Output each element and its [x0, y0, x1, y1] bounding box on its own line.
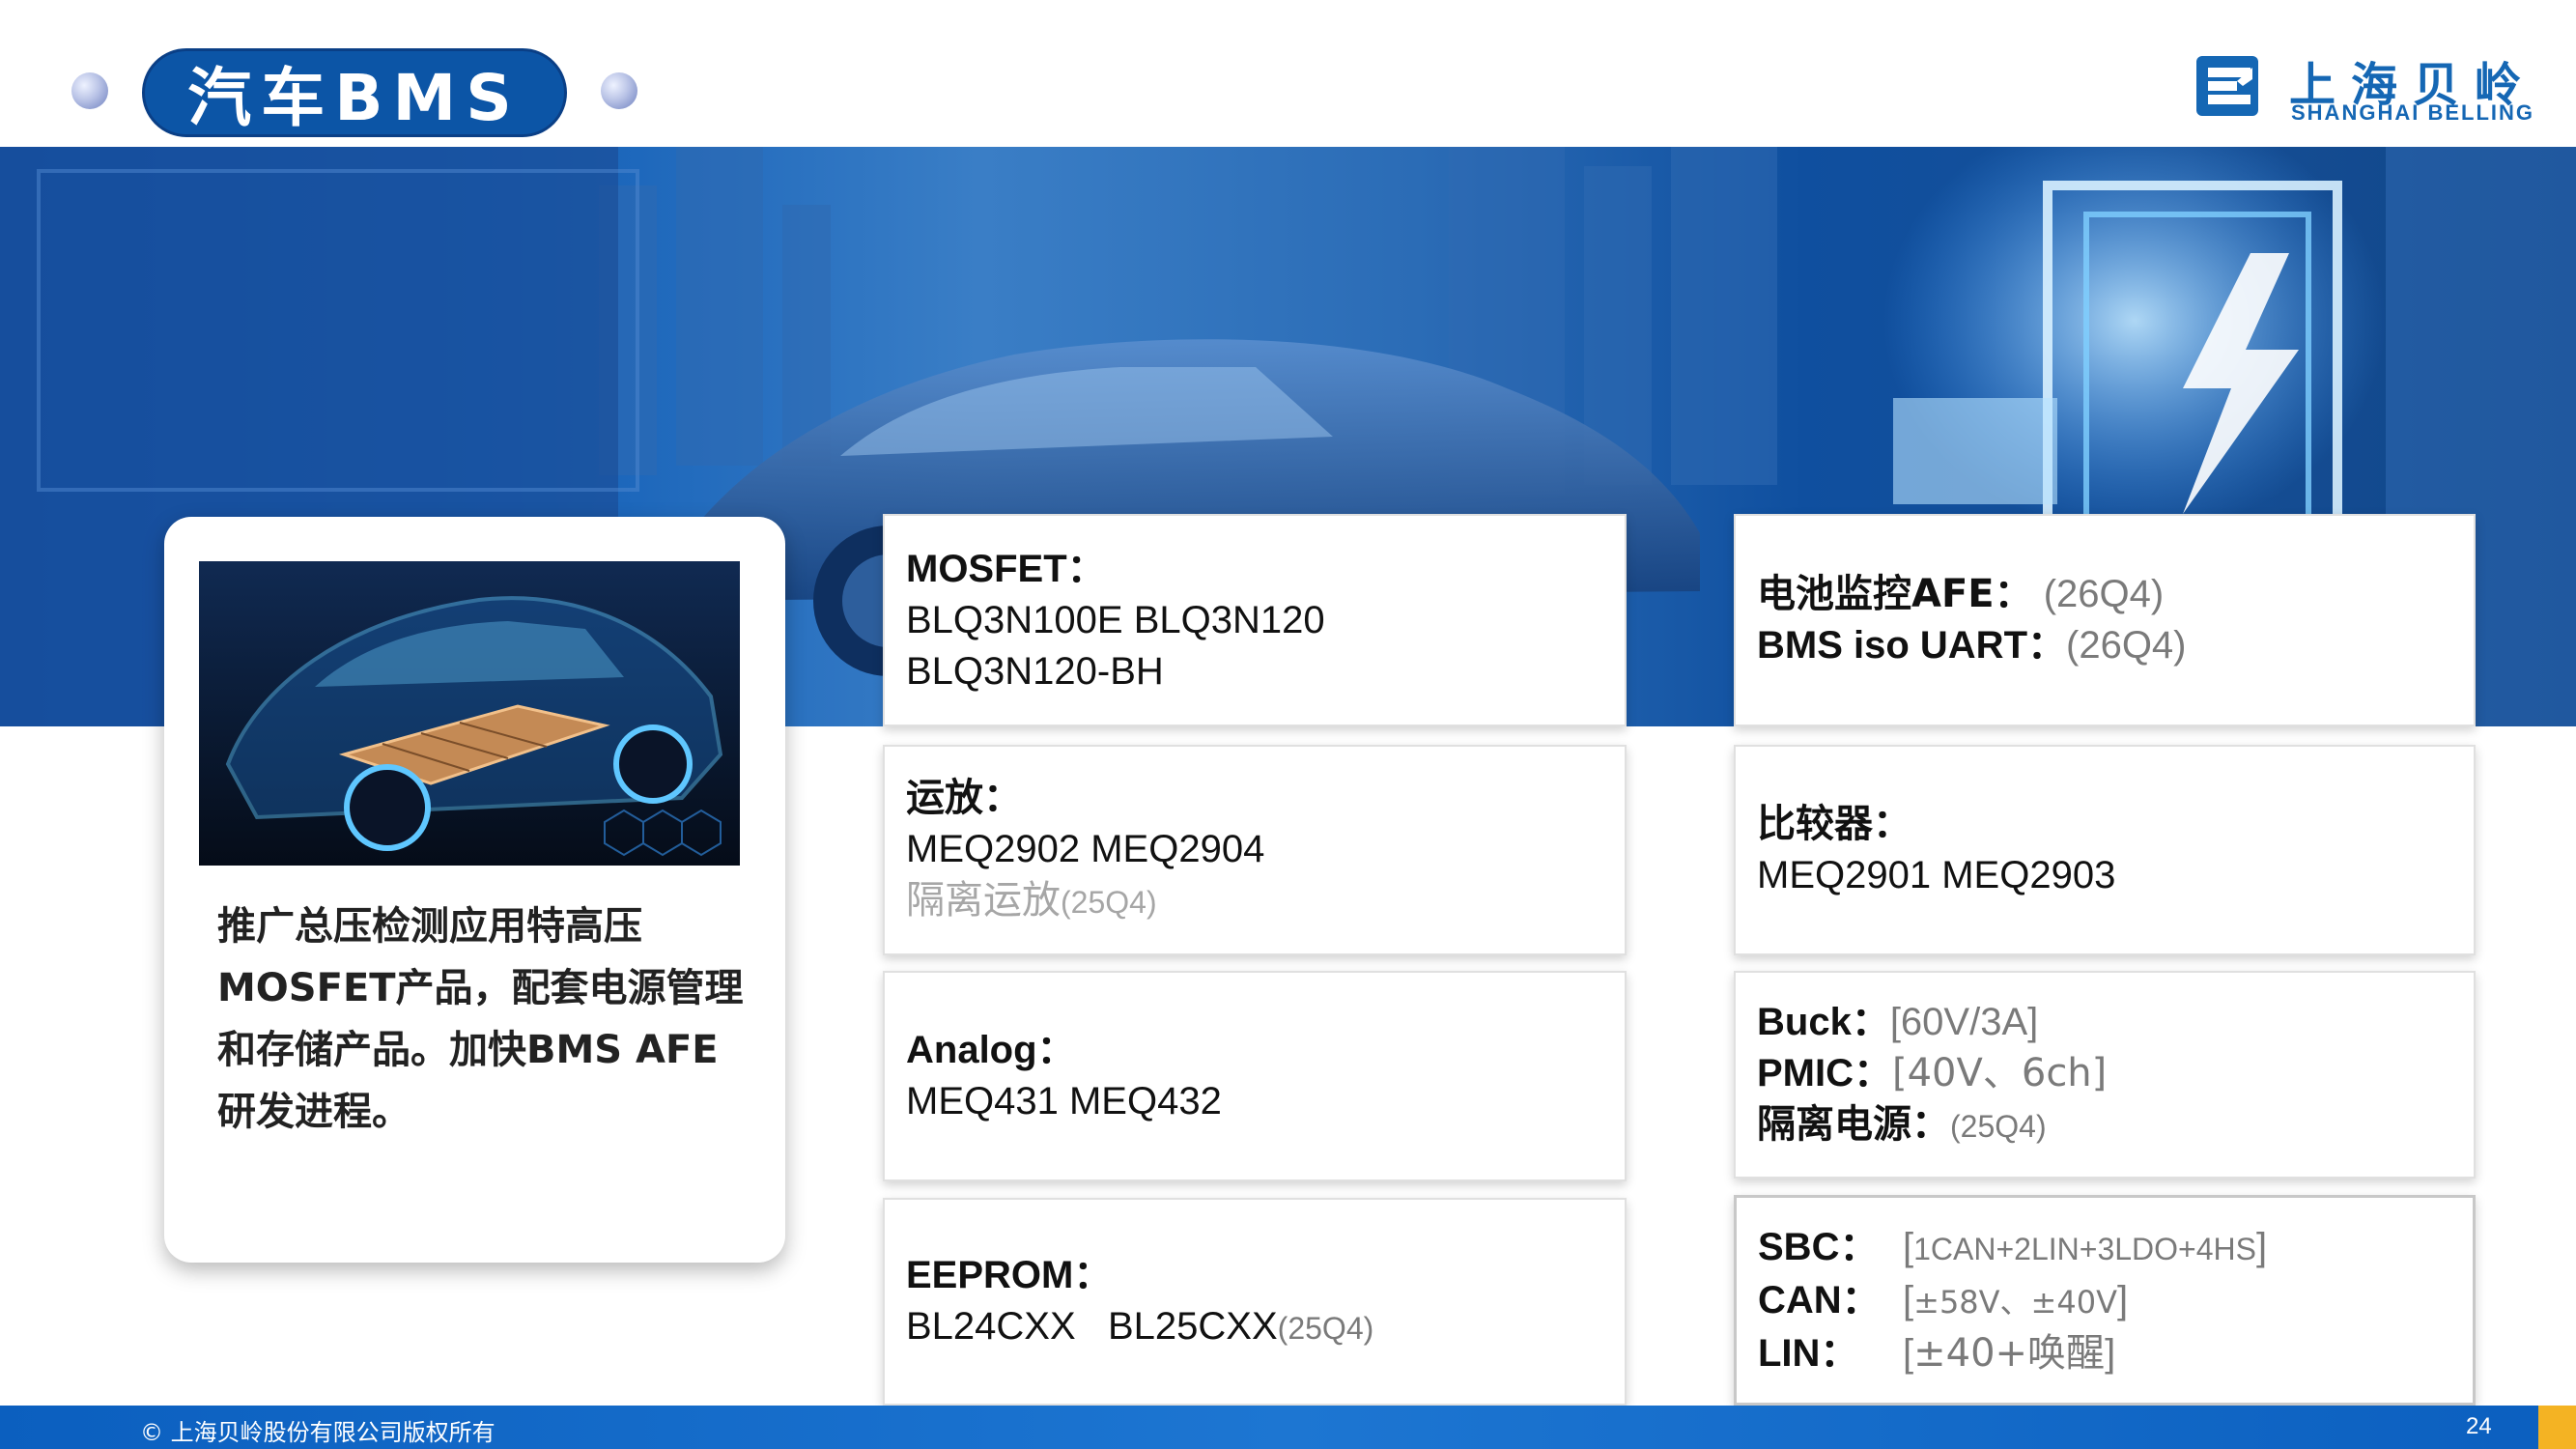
- lin-label: LIN：: [1758, 1331, 1859, 1375]
- opamp-models: MEQ2902 MEQ2904: [906, 827, 1265, 870]
- decorative-dot-right: [601, 72, 637, 109]
- uart-label: BMS iso UART：: [1757, 624, 2066, 667]
- mosfet-label: MOSFET：: [906, 547, 1106, 590]
- slide-header: 汽车BMS 上海贝岭 SHANGHAI BELLING: [0, 0, 2576, 147]
- sbc-value: 1CAN+2LIN+3LDO+4HS: [1913, 1231, 2256, 1266]
- sbc-bracket-close: ]: [2255, 1225, 2268, 1268]
- afe-label: 电池监控AFE：: [1757, 572, 2033, 616]
- can-bracket-close: ]: [2116, 1278, 2129, 1321]
- lin-bracket-close: ]: [2105, 1331, 2116, 1375]
- can-value: ±58V、±40V: [1913, 1283, 2117, 1321]
- card-analog: Analog： MEQ431 MEQ432: [883, 971, 1627, 1181]
- iso-power-line: 隔离电源：(25Q4): [1757, 1099, 2474, 1152]
- analog-models: MEQ431 MEQ432: [906, 1080, 1222, 1122]
- uart-line: BMS iso UART：(26Q4): [1757, 620, 2474, 671]
- card-comparator: 比较器： MEQ2901 MEQ2903: [1734, 745, 2476, 955]
- logo-name-en: SHANGHAI BELLING: [2291, 100, 2534, 125]
- mosfet-models-1: BLQ3N100E BLQ3N120: [906, 598, 1325, 641]
- pmic-value: [40V、6ch]: [1892, 1051, 2108, 1095]
- mosfet-models-2: BLQ3N120-BH: [906, 649, 1164, 693]
- afe-date: (26Q4): [2032, 573, 2165, 615]
- can-bracket-open: [: [1903, 1278, 1914, 1321]
- comparator-label: 比较器：: [1757, 802, 1911, 846]
- page-title: 汽车BMS: [142, 48, 567, 137]
- card-opamp: 运放： MEQ2902 MEQ2904 隔离运放(25Q4): [883, 745, 1627, 955]
- sbc-label: SBC：: [1758, 1225, 1879, 1268]
- uart-date: (26Q4): [2066, 624, 2187, 667]
- buck-value: [60V/3A]: [1889, 1001, 2039, 1043]
- analog-label: Analog：: [906, 1029, 1076, 1071]
- buck-line: Buck：[60V/3A]: [1757, 997, 2474, 1048]
- slide-footer: © 上海贝岭股份有限公司版权所有 24: [0, 1406, 2576, 1449]
- iso-power-label: 隔离电源：: [1757, 1102, 1950, 1147]
- sbc-line: SBC： [1CAN+2LIN+3LDO+4HS]: [1758, 1222, 2473, 1275]
- belling-logo-icon: [2196, 56, 2258, 116]
- eeprom-date: (25Q4): [1277, 1310, 1374, 1346]
- opamp-isolated: 隔离运放(25Q4): [906, 875, 1625, 928]
- page-number: 24: [2466, 1413, 2492, 1439]
- pmic-label: PMIC：: [1757, 1052, 1892, 1094]
- iso-power-date: (25Q4): [1950, 1109, 2047, 1144]
- opamp-isolated-date: (25Q4): [1061, 884, 1157, 920]
- ev-battery-chassis-illustration: [199, 561, 740, 866]
- eeprom-models: BL24CXX BL25CXX(25Q4): [906, 1301, 1625, 1354]
- card-afe: 电池监控AFE： (26Q4) BMS iso UART：(26Q4): [1734, 514, 2476, 726]
- footer-accent-bar: [2538, 1406, 2576, 1449]
- opamp-label: 运放：: [906, 775, 1022, 820]
- summary-text: 推广总压检测应用特高压MOSFET产品，配套电源管理和存储产品。加快BMS AF…: [217, 904, 744, 1134]
- lin-line: LIN： [±40+唤醒]: [1758, 1328, 2473, 1379]
- can-label: CAN：: [1758, 1278, 1881, 1321]
- company-logo: 上海贝岭 SHANGHAI BELLING: [2194, 46, 2533, 129]
- summary-card: 推广总压检测应用特高压MOSFET产品，配套电源管理和存储产品。加快BMS AF…: [164, 517, 785, 1263]
- eeprom-model-names: BL24CXX BL25CXX: [906, 1304, 1278, 1348]
- opamp-isolated-label: 隔离运放: [906, 877, 1061, 923]
- decorative-dot-left: [71, 72, 108, 109]
- lin-bracket-open: [: [1903, 1331, 1914, 1375]
- lin-value: ±40+唤醒: [1913, 1330, 2106, 1376]
- card-power: Buck：[60V/3A] PMIC：[40V、6ch] 隔离电源：(25Q4): [1734, 971, 2476, 1179]
- copyright-text: © 上海贝岭股份有限公司版权所有: [140, 1419, 495, 1446]
- card-mosfet: MOSFET： BLQ3N100E BLQ3N120 BLQ3N120-BH: [883, 514, 1627, 726]
- pmic-line: PMIC：[40V、6ch]: [1757, 1048, 2474, 1099]
- afe-line: 电池监控AFE： (26Q4): [1757, 569, 2474, 620]
- card-eeprom: EEPROM： BL24CXX BL25CXX(25Q4): [883, 1198, 1627, 1406]
- ev-car-battery-image: [199, 561, 740, 866]
- can-line: CAN： [±58V、±40V]: [1758, 1275, 2473, 1328]
- buck-label: Buck：: [1757, 1001, 1890, 1043]
- card-interface: SBC： [1CAN+2LIN+3LDO+4HS] CAN： [±58V、±40V]…: [1734, 1195, 2476, 1406]
- sbc-bracket-open: [: [1903, 1225, 1914, 1268]
- eeprom-label: EEPROM：: [906, 1253, 1113, 1296]
- comparator-models: MEQ2901 MEQ2903: [1757, 854, 2116, 896]
